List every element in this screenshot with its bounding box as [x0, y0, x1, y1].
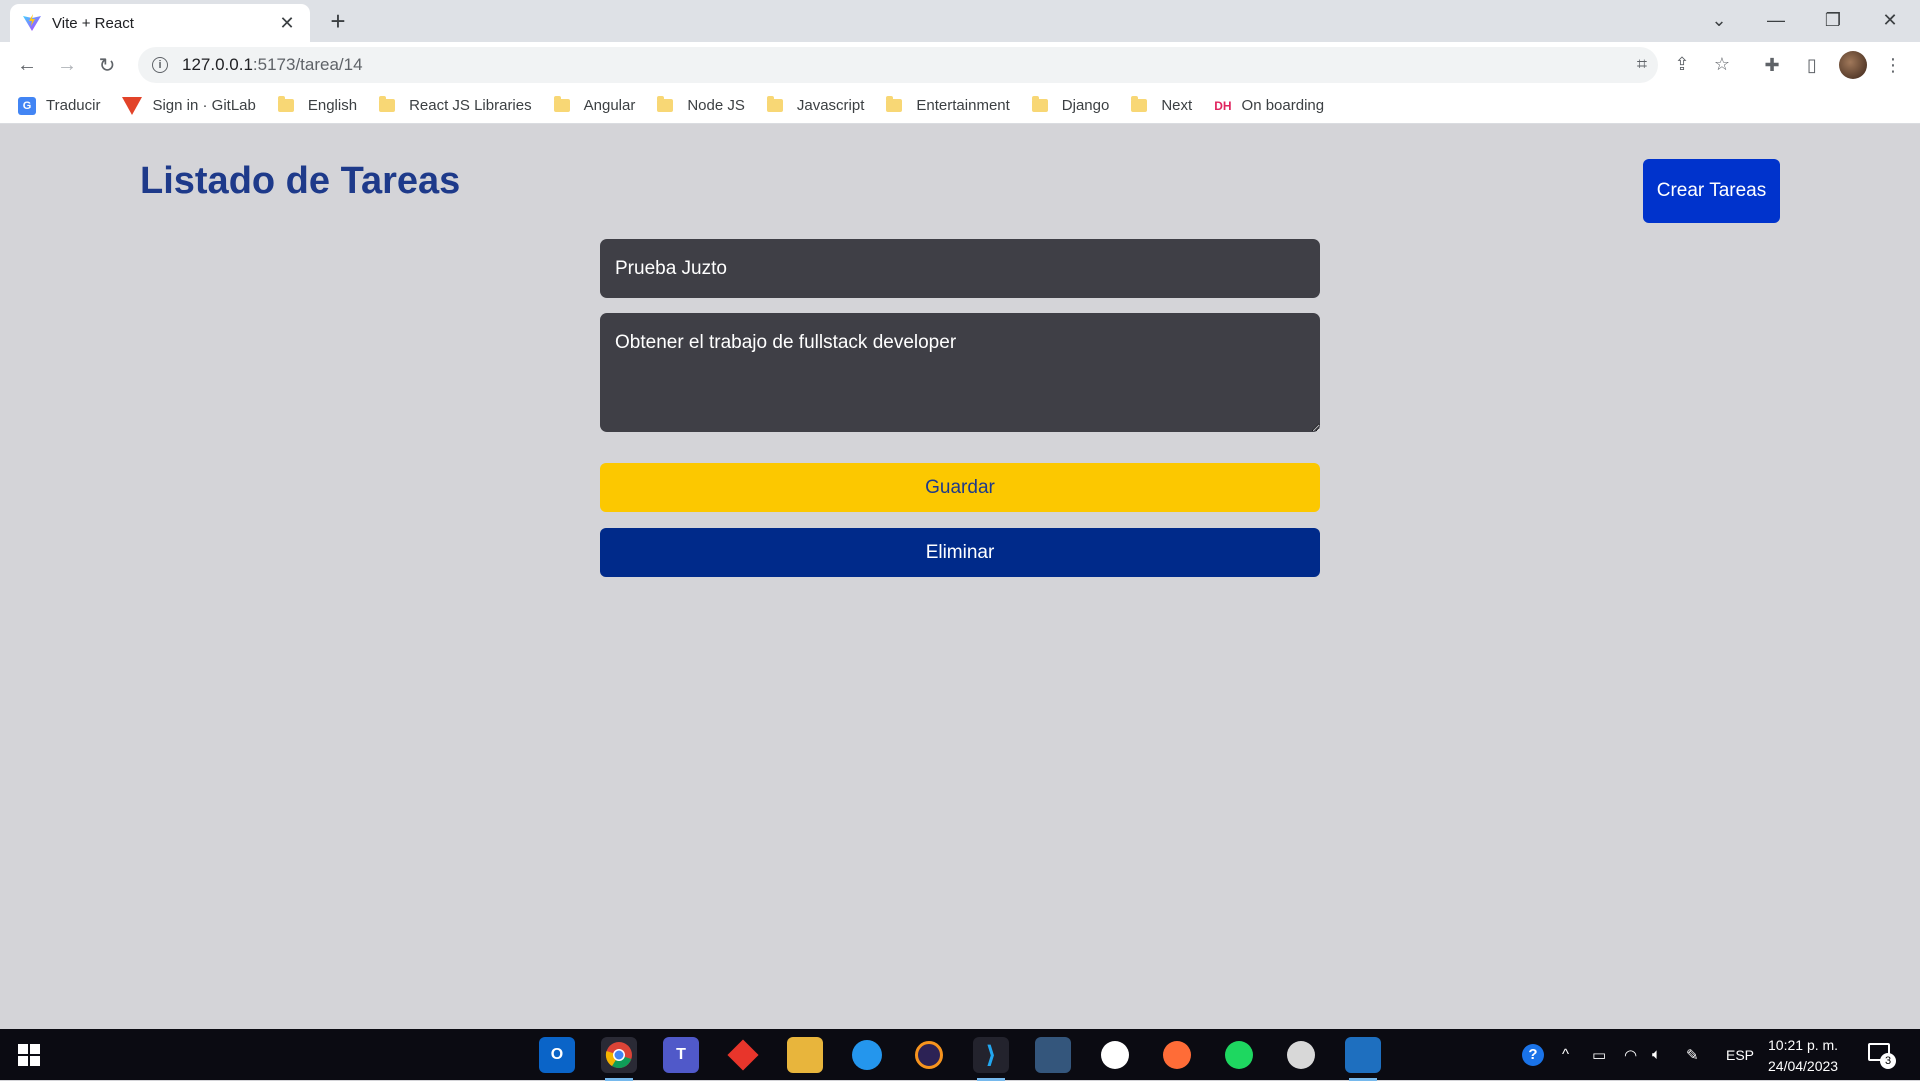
photos-icon[interactable]	[1345, 1037, 1381, 1081]
volume-icon[interactable]: 🔈︎	[1652, 1029, 1661, 1080]
folder-icon	[379, 96, 396, 112]
pgadmin-icon[interactable]	[1283, 1037, 1319, 1073]
browser-toolbar: ← → ↻ i 127.0.0.1 :5173/tarea/14 ⌗ ⇪ ☆ ✚…	[0, 42, 1920, 88]
chrome-logo	[605, 1042, 632, 1069]
bookmark-label: Node JS	[687, 97, 745, 114]
bookmark-star-icon[interactable]: ☆	[1708, 50, 1736, 78]
bookmark-folder-next[interactable]: Next	[1131, 96, 1193, 114]
bookmark-label: English	[307, 97, 358, 114]
mysql-workbench-icon[interactable]	[1035, 1037, 1071, 1073]
bookmark-folder-node[interactable]: Node JS	[657, 96, 745, 114]
tab-title: Vite + React	[52, 14, 134, 32]
folder-icon	[1031, 96, 1048, 112]
restore-icon[interactable]: ❐	[1813, 6, 1853, 34]
folder-icon	[553, 96, 570, 112]
bookmark-translate[interactable]: G Traducir	[18, 96, 101, 115]
profile-avatar[interactable]	[1839, 51, 1867, 79]
reload-icon[interactable]: ↻	[92, 50, 122, 80]
url-path: :5173/tarea/14	[252, 55, 363, 74]
bookmark-label: React JS Libraries	[409, 97, 532, 114]
bookmark-folder-angular[interactable]: Angular	[553, 96, 636, 114]
google-translate-icon: G	[18, 96, 36, 115]
folder-icon	[886, 96, 903, 112]
site-info-icon[interactable]: i	[152, 57, 168, 73]
task-form: Obtener el trabajo de fullstack develope…	[600, 239, 1320, 577]
back-icon[interactable]: ←	[12, 50, 42, 80]
bookmark-label: Javascript	[796, 97, 865, 114]
dh-icon: DH	[1214, 98, 1232, 113]
bookmark-label: Traducir	[46, 97, 101, 114]
chrome-icon[interactable]	[601, 1037, 637, 1081]
delete-button[interactable]: Eliminar	[600, 528, 1320, 577]
notification-badge: 3	[1880, 1053, 1896, 1069]
minimize-icon[interactable]: —	[1756, 6, 1796, 34]
tab-search-icon[interactable]: ⌄	[1699, 6, 1739, 34]
help-icon[interactable]: ?	[1522, 1029, 1544, 1080]
bookmark-label: Angular	[583, 97, 636, 114]
close-window-icon[interactable]: ✕	[1870, 6, 1910, 34]
teams-icon[interactable]: T	[663, 1037, 699, 1073]
bookmark-onboarding[interactable]: DH On boarding	[1214, 97, 1324, 114]
gitlab-icon	[122, 96, 143, 115]
url-host: 127.0.0.1	[182, 55, 253, 74]
bookmark-folder-react[interactable]: React JS Libraries	[379, 96, 532, 114]
task-title-input[interactable]	[600, 239, 1320, 298]
outlook-icon[interactable]: O	[539, 1037, 575, 1073]
git-kraken-icon[interactable]	[725, 1037, 761, 1073]
bookmark-label: Next	[1161, 97, 1193, 114]
bookmarks-bar: G Traducir Sign in · GitLab English Reac…	[0, 88, 1920, 124]
bookmark-label: Django	[1061, 97, 1110, 114]
bookmark-folder-english[interactable]: English	[277, 96, 358, 114]
system-clock[interactable]: 10:21 p. m. 24/04/2023	[1768, 1035, 1838, 1077]
folder-icon	[657, 96, 674, 112]
vite-icon	[23, 14, 41, 31]
clock-date: 24/04/2023	[1768, 1058, 1839, 1074]
translate-icon[interactable]: ⌗	[1628, 50, 1656, 78]
tab-strip: Vite + React ✕ + ⌄ — ❐ ✕	[0, 0, 1920, 42]
side-panel-icon[interactable]: ▯	[1797, 50, 1827, 80]
bookmark-label: On boarding	[1241, 97, 1325, 114]
menu-icon[interactable]: ⋮	[1878, 50, 1908, 80]
file-explorer-icon[interactable]	[787, 1037, 823, 1073]
extensions-icon[interactable]: ✚	[1757, 50, 1787, 80]
language-indicator[interactable]: ESP	[1726, 1029, 1754, 1080]
battery-icon[interactable]: ▭	[1592, 1029, 1606, 1080]
save-button[interactable]: Guardar	[600, 463, 1320, 512]
bookmark-folder-entertainment[interactable]: Entertainment	[886, 96, 1010, 114]
folder-icon	[1131, 96, 1148, 112]
windows-taskbar: O T ⟩ ? ^ ▭ ◠ 🔈︎ ✎ ESP 10:21 p. m. 24/04…	[0, 1029, 1920, 1081]
bookmark-folder-django[interactable]: Django	[1031, 96, 1110, 114]
page-title: Listado de Tareas	[140, 160, 461, 202]
bookmark-label: Sign in · GitLab	[152, 97, 256, 114]
folder-icon	[277, 96, 294, 112]
browser-tab[interactable]: Vite + React ✕	[10, 4, 310, 42]
bookmark-gitlab[interactable]: Sign in · GitLab	[122, 96, 256, 115]
tab-close-icon[interactable]: ✕	[276, 13, 298, 34]
bookmark-label: Entertainment	[916, 97, 1010, 114]
clock-time: 10:21 p. m.	[1768, 1037, 1839, 1053]
vscode-icon[interactable]: ⟩	[973, 1037, 1009, 1081]
page-content: Listado de Tareas Crear Tareas Obtener e…	[0, 125, 1920, 1029]
task-description-textarea[interactable]: Obtener el trabajo de fullstack develope…	[600, 313, 1320, 432]
mongodb-compass-icon[interactable]	[1097, 1037, 1133, 1073]
bookmark-folder-javascript[interactable]: Javascript	[766, 96, 865, 114]
forward-icon[interactable]: →	[52, 50, 82, 80]
pen-icon[interactable]: ✎	[1686, 1029, 1699, 1080]
windows-start-icon[interactable]	[18, 1044, 40, 1066]
folder-icon	[766, 96, 783, 112]
docker-icon[interactable]	[849, 1037, 885, 1073]
chevron-up-icon[interactable]: ^	[1562, 1029, 1569, 1080]
spotify-icon[interactable]	[1221, 1037, 1257, 1073]
wifi-icon[interactable]: ◠	[1624, 1029, 1637, 1080]
create-tasks-button[interactable]: Crear Tareas	[1643, 159, 1780, 223]
postman-icon[interactable]	[1159, 1037, 1195, 1073]
address-bar[interactable]: i 127.0.0.1 :5173/tarea/14	[138, 47, 1658, 83]
eclipse-icon[interactable]	[911, 1037, 947, 1073]
share-icon[interactable]: ⇪	[1668, 50, 1696, 78]
new-tab-button[interactable]: +	[326, 7, 350, 35]
